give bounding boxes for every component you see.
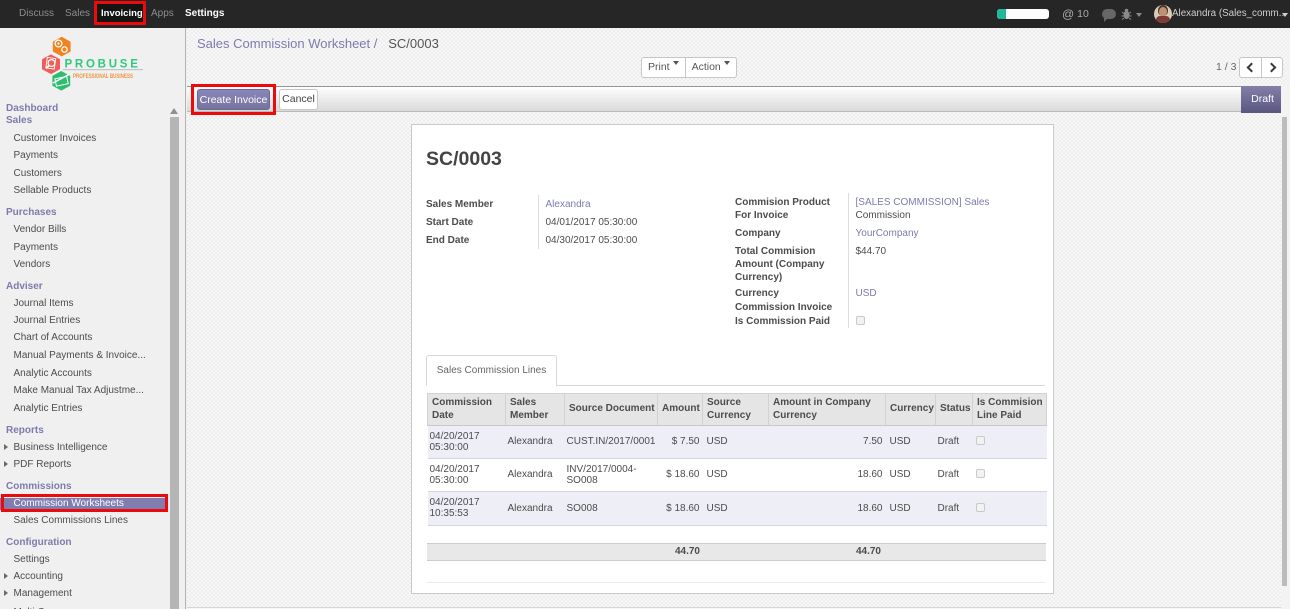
svg-text:PROFESSIONAL BUSINESS: PROFESSIONAL BUSINESS (73, 73, 133, 80)
svg-text:PROBUSE: PROBUSE (65, 59, 141, 71)
